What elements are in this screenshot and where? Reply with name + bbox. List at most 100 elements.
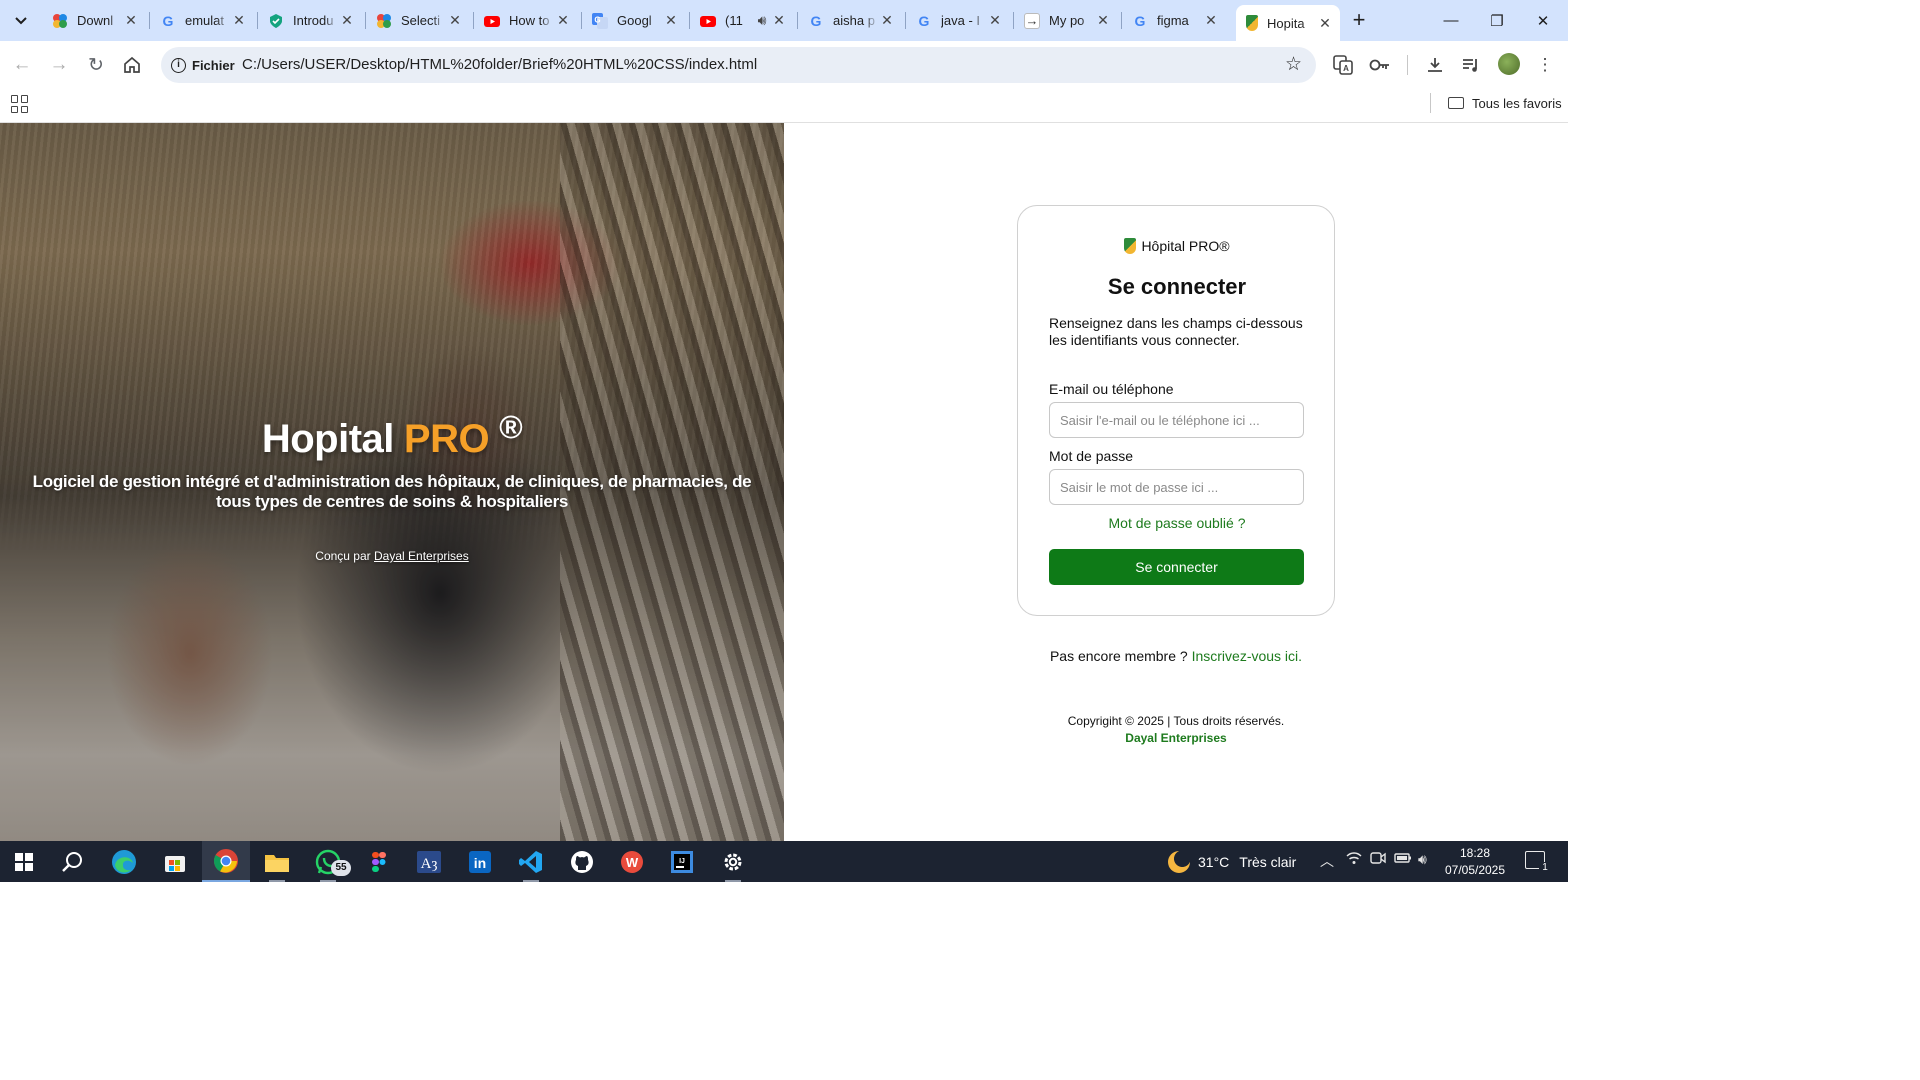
- restore-button[interactable]: ❐: [1474, 0, 1520, 41]
- close-tab-icon[interactable]: ✕: [770, 12, 788, 29]
- volume-icon[interactable]: 🔊︎: [1418, 851, 1427, 868]
- bookmark-star-icon[interactable]: ☆: [1285, 53, 1302, 76]
- close-tab-icon[interactable]: ✕: [1202, 12, 1220, 29]
- forward-icon[interactable]: →: [45, 51, 73, 79]
- battery-icon[interactable]: [1394, 851, 1412, 867]
- browser-tab[interactable]: (11 🔊︎ ✕: [690, 6, 794, 35]
- settings-gear-icon[interactable]: [709, 841, 757, 882]
- browser-tab[interactable]: Downl ✕: [42, 6, 146, 35]
- close-tab-icon[interactable]: ✕: [446, 12, 464, 29]
- registered-mark: ®: [499, 409, 523, 445]
- svg-text:A: A: [1343, 64, 1349, 73]
- tab-search-icon[interactable]: [8, 8, 34, 34]
- close-window-button[interactable]: ✕: [1520, 0, 1566, 41]
- hero-title-accent: PRO: [403, 417, 490, 461]
- figma-like-icon: [52, 13, 68, 29]
- browser-tab[interactable]: G java - I ✕: [906, 6, 1010, 35]
- chevron-up-icon[interactable]: ︿: [1320, 851, 1334, 871]
- browser-tab[interactable]: G aisha p ✕: [798, 6, 902, 35]
- apps-grid-icon[interactable]: [11, 95, 29, 113]
- login-card: Hôpital PRO® Se connecter Renseignez dan…: [1017, 205, 1335, 616]
- browser-tab[interactable]: → My po ✕: [1014, 6, 1118, 35]
- system-clock[interactable]: 18:28 07/05/2025: [1432, 845, 1518, 879]
- close-tab-icon[interactable]: ✕: [878, 12, 896, 29]
- browser-tab[interactable]: Selecti ✕: [366, 6, 470, 35]
- folder-icon: [1448, 97, 1464, 109]
- email-label: E-mail ou téléphone: [1049, 381, 1174, 397]
- back-icon[interactable]: ←: [8, 51, 36, 79]
- figma-like-icon: [376, 13, 392, 29]
- edge-icon[interactable]: [100, 841, 148, 882]
- kebab-menu-icon[interactable]: ⋮: [1532, 53, 1558, 77]
- svg-text:IJ: IJ: [679, 858, 685, 865]
- close-tab-icon[interactable]: ✕: [554, 12, 572, 29]
- weather-widget[interactable]: 31°C Très clair: [1168, 848, 1296, 876]
- file-explorer-icon[interactable]: [253, 841, 301, 882]
- search-icon[interactable]: [49, 841, 97, 882]
- browser-tab[interactable]: G figma ✕: [1122, 6, 1226, 35]
- speaker-icon[interactable]: 🔊︎: [754, 12, 770, 29]
- translate-icon[interactable]: A: [1330, 53, 1356, 77]
- address-bar[interactable]: i Fichier C:/Users/USER/Desktop/HTML%20f…: [161, 47, 1316, 83]
- google-icon: G: [916, 13, 932, 29]
- wifi-icon[interactable]: [1346, 851, 1362, 868]
- password-key-icon[interactable]: [1367, 53, 1393, 77]
- google-translate-icon: G: [592, 12, 608, 29]
- linkedin-icon[interactable]: in: [456, 841, 504, 882]
- home-icon[interactable]: [118, 51, 146, 79]
- close-tab-icon[interactable]: ✕: [662, 12, 680, 29]
- toolbar-divider: [1407, 55, 1408, 75]
- close-tab-icon[interactable]: ✕: [338, 12, 356, 29]
- close-tab-icon[interactable]: ✕: [122, 12, 140, 29]
- new-tab-button[interactable]: +: [1346, 8, 1372, 34]
- bookmarks-divider: [1430, 93, 1431, 113]
- url-text[interactable]: C:/Users/USER/Desktop/HTML%20folder/Brie…: [242, 56, 757, 73]
- tab-label: aisha p: [833, 13, 875, 28]
- whatsapp-unread-badge: 55: [331, 860, 351, 876]
- credit-link[interactable]: Dayal Enterprises: [374, 549, 469, 563]
- jetbrains-icon[interactable]: IJ: [658, 841, 706, 882]
- chrome-icon[interactable]: [202, 841, 250, 882]
- site-info-chip[interactable]: i Fichier: [165, 51, 245, 79]
- browser-tab[interactable]: G emulat ✕: [150, 6, 254, 35]
- reload-icon[interactable]: ↻: [82, 51, 110, 79]
- vscode-icon[interactable]: [507, 841, 555, 882]
- login-heading: Se connecter: [1107, 274, 1247, 299]
- browser-tab[interactable]: Introdu ✕: [258, 6, 362, 35]
- shield-check-icon: [268, 13, 284, 29]
- close-tab-icon[interactable]: ✕: [986, 12, 1004, 29]
- close-tab-icon[interactable]: ✕: [230, 12, 248, 29]
- hero-subtitle: Logiciel de gestion intégré et d'adminis…: [32, 472, 752, 511]
- store-icon[interactable]: [151, 841, 199, 882]
- tab-label: How to: [509, 13, 550, 28]
- all-favorites-button[interactable]: Tous les favoris: [1448, 93, 1562, 113]
- media-control-icon[interactable]: [1458, 53, 1484, 77]
- footer-company: Dayal Enterprises: [1125, 731, 1227, 745]
- tab-label: My po: [1049, 13, 1085, 28]
- close-tab-icon[interactable]: ✕: [1316, 15, 1334, 32]
- google-icon: G: [808, 13, 824, 29]
- font-app-icon[interactable]: Aȝ: [405, 841, 453, 882]
- wps-office-icon[interactable]: W: [608, 841, 656, 882]
- svg-text:in: in: [474, 855, 486, 871]
- profile-avatar[interactable]: [1498, 53, 1520, 75]
- close-tab-icon[interactable]: ✕: [1094, 12, 1112, 29]
- login-button[interactable]: Se connecter: [1049, 549, 1304, 585]
- tab-label: figma: [1157, 13, 1189, 28]
- tab-label: Googl: [617, 13, 652, 28]
- windows-start-icon[interactable]: [0, 841, 48, 882]
- github-icon[interactable]: [558, 841, 606, 882]
- browser-tab-active[interactable]: Hopita ✕: [1236, 5, 1340, 41]
- download-icon[interactable]: [1422, 53, 1448, 77]
- signup-link[interactable]: Inscrivez-vous ici.: [1192, 648, 1302, 664]
- forgot-password-link[interactable]: Mot de passe oublié ?: [1018, 515, 1336, 531]
- browser-tab[interactable]: G Googl ✕: [582, 6, 686, 35]
- figma-icon[interactable]: [355, 841, 403, 882]
- tab-label: java - I: [941, 13, 981, 28]
- minimize-button[interactable]: —: [1428, 0, 1474, 41]
- tab-label: emulat: [185, 13, 225, 28]
- meet-now-icon[interactable]: [1370, 851, 1386, 868]
- email-field[interactable]: [1049, 402, 1304, 438]
- password-field[interactable]: [1049, 469, 1304, 505]
- browser-tab[interactable]: How to ✕: [474, 6, 578, 35]
